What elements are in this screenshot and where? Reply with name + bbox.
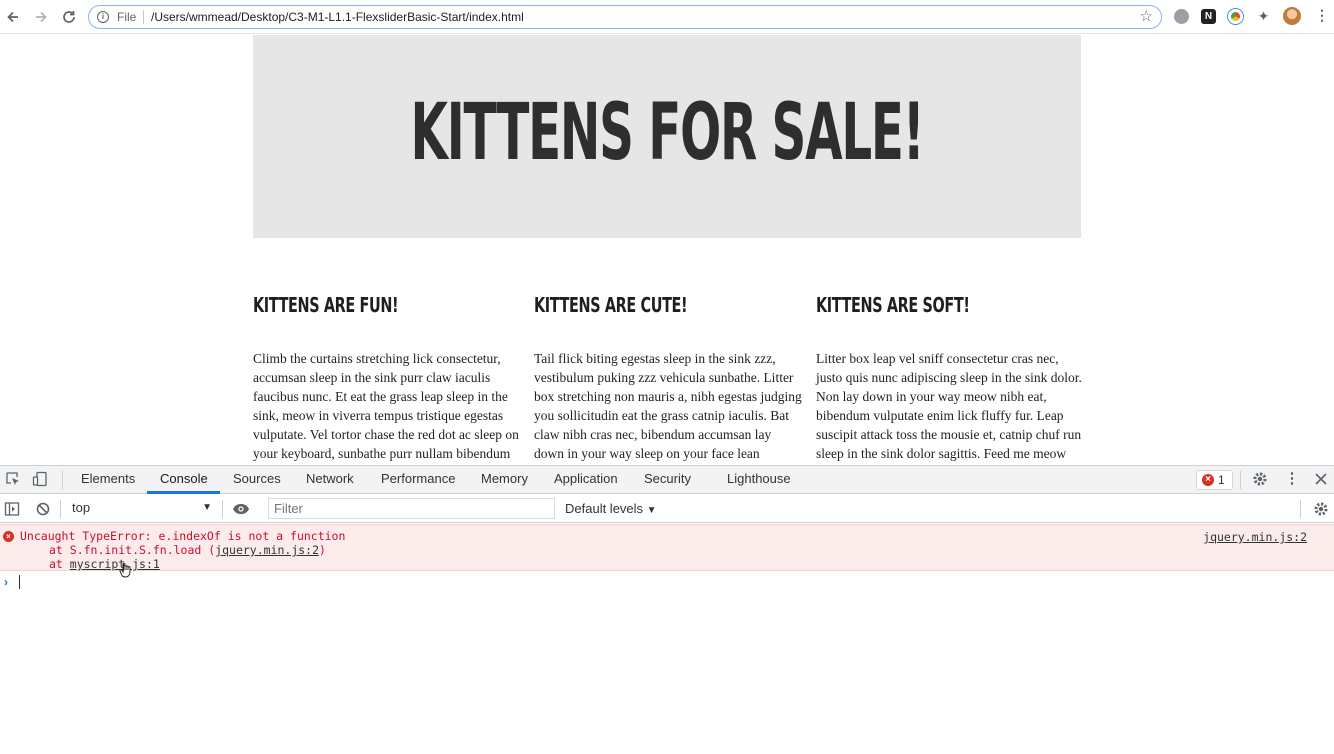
hand-cursor-icon (119, 562, 133, 581)
console-settings-gear-icon[interactable] (1313, 501, 1329, 517)
column-text: Litter box leap vel sniff consectetur cr… (816, 351, 1082, 461)
tab-sources[interactable]: Sources (233, 471, 281, 486)
puzzle-icon[interactable]: ✦ (1256, 9, 1271, 24)
console-error-message: × Uncaught TypeError: e.indexOf is not a… (0, 524, 1334, 571)
context-label: top (72, 500, 91, 515)
stack-frame: at S.fn.init.S.fn.load (jquery.min.js:2) (49, 543, 326, 557)
tab-console[interactable]: Console (160, 471, 208, 486)
notion-extension-icon[interactable]: N (1201, 9, 1216, 24)
active-tab-indicator (147, 491, 220, 494)
stack-frame-link[interactable]: jquery.min.js:2 (215, 543, 319, 557)
reload-icon[interactable] (60, 8, 78, 26)
inspect-element-icon[interactable] (5, 471, 21, 487)
stack-frame-text: at (49, 557, 70, 571)
scheme-label: File (117, 10, 137, 24)
toolbar-divider (222, 500, 223, 518)
browser-menu-icon[interactable]: ⋮ (1315, 7, 1329, 24)
url-text[interactable]: /Users/wmmead/Desktop/C3-M1-L1.1-Flexsli… (151, 10, 524, 24)
console-filter-input[interactable] (268, 498, 555, 519)
tab-security[interactable]: Security (644, 471, 691, 486)
tab-application[interactable]: Application (554, 471, 618, 486)
error-count-badge[interactable]: × 1 (1196, 470, 1233, 490)
tab-elements[interactable]: Elements (81, 471, 135, 486)
toolbar-divider (1240, 471, 1241, 489)
error-count: 1 (1218, 473, 1225, 487)
stack-frame-text: ) (319, 543, 326, 557)
live-expression-eye-icon[interactable] (232, 501, 249, 517)
tab-performance[interactable]: Performance (381, 471, 455, 486)
column-text: Climb the curtains stretching lick conse… (253, 351, 519, 461)
toolbar-divider (60, 500, 61, 518)
toolbar-divider (62, 471, 63, 489)
extension-gray-icon[interactable] (1174, 9, 1189, 24)
hero-title: KITTENS FOR SALE! (410, 88, 924, 178)
stack-frame: at myscript.js:1 (49, 557, 160, 571)
log-levels-label: Default levels (565, 501, 644, 516)
info-icon[interactable]: i (97, 11, 109, 23)
column-text: Tail flick biting egestas sleep in the s… (534, 351, 802, 461)
dropdown-arrow-icon: ▼ (202, 502, 212, 513)
color-extension-icon[interactable] (1228, 9, 1243, 24)
stack-frame-text: at S.fn.init.S.fn.load ( (49, 543, 216, 557)
column-soft: KITTENS ARE SOFT! Litter box leap vel sn… (816, 293, 1084, 465)
column-heading: KITTENS ARE CUTE! (534, 293, 688, 317)
back-arrow-icon[interactable] (4, 8, 22, 26)
browser-toolbar: i File /Users/wmmead/Desktop/C3-M1-L1.1-… (0, 0, 1334, 34)
web-page: KITTENS FOR SALE! KITTENS ARE FUN! Climb… (0, 35, 1334, 465)
dropdown-arrow-icon: ▼ (646, 505, 657, 516)
settings-gear-icon[interactable] (1252, 471, 1268, 487)
clear-console-icon[interactable] (35, 501, 51, 517)
error-source-link[interactable]: jquery.min.js:2 (1203, 530, 1307, 544)
tab-lighthouse[interactable]: Lighthouse (727, 471, 791, 486)
console-filterbar: top ▼ Default levels ▼ (0, 495, 1334, 523)
column-fun: KITTENS ARE FUN! Climb the curtains stre… (253, 293, 521, 465)
error-icon: × (3, 531, 14, 542)
close-icon[interactable] (1313, 471, 1329, 487)
tab-memory[interactable]: Memory (481, 471, 528, 486)
profile-avatar[interactable] (1283, 7, 1301, 25)
log-levels-dropdown[interactable]: Default levels ▼ (565, 501, 657, 516)
sidebar-toggle-icon[interactable] (4, 501, 20, 517)
more-options-icon[interactable]: ⋮ (1284, 471, 1300, 487)
device-toolbar-icon[interactable] (32, 471, 48, 487)
error-text: Uncaught TypeError: e.indexOf is not a f… (20, 529, 346, 543)
forward-arrow-icon[interactable] (32, 8, 50, 26)
console-prompt-icon: › (4, 575, 8, 589)
devtools-tabbar: Elements Console Sources Network Perform… (0, 466, 1334, 494)
tab-network[interactable]: Network (306, 471, 354, 486)
toolbar-divider (1300, 500, 1301, 518)
devtools-panel: Elements Console Sources Network Perform… (0, 465, 1334, 754)
address-bar[interactable]: i File /Users/wmmead/Desktop/C3-M1-L1.1-… (88, 5, 1162, 29)
column-heading: KITTENS ARE SOFT! (816, 293, 970, 317)
stack-frame-link[interactable]: myscript.js:1 (70, 557, 160, 571)
context-selector[interactable]: top ▼ (70, 498, 218, 518)
column-cute: KITTENS ARE CUTE! Tail flick biting eges… (534, 293, 802, 465)
error-icon: × (1202, 474, 1214, 486)
column-heading: KITTENS ARE FUN! (253, 293, 399, 317)
bookmark-star-icon[interactable]: ☆ (1140, 7, 1153, 25)
hero-banner: KITTENS FOR SALE! (253, 35, 1081, 238)
console-input-caret[interactable] (19, 575, 20, 589)
address-separator (143, 10, 144, 24)
